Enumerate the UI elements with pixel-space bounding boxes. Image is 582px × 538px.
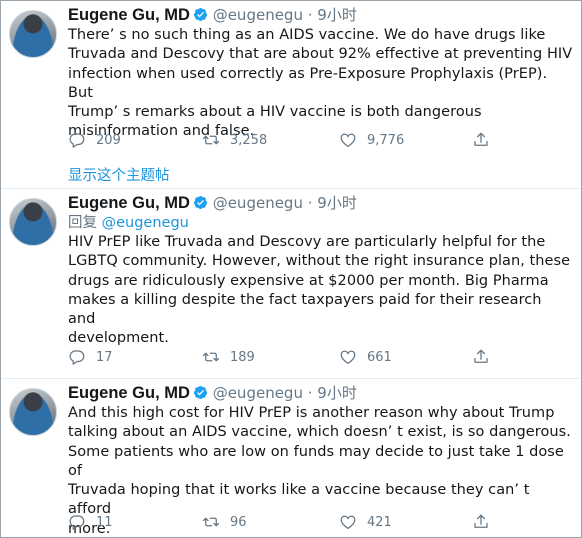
tweet-header: Eugene Gu, MD @eugenegu · 9小时: [68, 192, 573, 214]
timestamp[interactable]: 9小时: [317, 384, 357, 402]
tweet[interactable]: Eugene Gu, MD @eugenegu · 9小时 回复 @eugene…: [1, 189, 581, 379]
reply-icon: [69, 515, 85, 530]
separator-dot: ·: [307, 384, 313, 402]
share-button[interactable]: [472, 347, 500, 367]
tweet[interactable]: Eugene Gu, MD @eugenegu · 9小时 And this h…: [1, 379, 581, 537]
like-icon: [340, 515, 356, 530]
timestamp[interactable]: 9小时: [317, 6, 357, 24]
share-icon: [474, 132, 488, 146]
reply-prefix: 回复: [68, 215, 97, 231]
verified-badge-icon: [193, 195, 207, 210]
avatar[interactable]: [9, 388, 57, 436]
reply-icon: [69, 350, 85, 365]
like-count: 421: [367, 514, 392, 530]
author-handle[interactable]: @eugenegu: [213, 384, 303, 402]
author-handle[interactable]: @eugenegu: [213, 194, 303, 212]
share-icon: [474, 514, 488, 528]
author-name[interactable]: Eugene Gu, MD: [68, 6, 190, 24]
tweet-actions: 17 189 661: [68, 347, 498, 367]
verified-badge-icon: [193, 385, 207, 400]
author-name[interactable]: Eugene Gu, MD: [68, 384, 190, 402]
reply-button[interactable]: 11: [68, 512, 113, 532]
reply-mention-link[interactable]: @eugenegu: [102, 215, 189, 231]
reply-context: 回复 @eugenegu: [68, 214, 573, 233]
avatar[interactable]: [9, 10, 57, 58]
tweet-actions: 209 3,258 9,776: [68, 130, 498, 150]
share-button[interactable]: [472, 130, 500, 150]
retweet-icon: [202, 135, 220, 145]
like-icon: [340, 133, 356, 148]
tweet-thread: Eugene Gu, MD @eugenegu · 9小时 There’ s n…: [0, 0, 582, 538]
like-count: 661: [367, 349, 392, 365]
retweet-icon: [202, 517, 220, 527]
tweet-body: Eugene Gu, MD @eugenegu · 9小时 There’ s n…: [68, 4, 573, 142]
retweet-count: 3,258: [230, 132, 268, 148]
reply-count: 11: [96, 514, 113, 530]
like-button[interactable]: 661: [339, 347, 392, 367]
tweet-text: HIV PrEP like Truvada and Descovy are pa…: [68, 234, 571, 347]
tweet-actions: 11 96 421: [68, 512, 498, 532]
tweet[interactable]: Eugene Gu, MD @eugenegu · 9小时 There’ s n…: [1, 1, 581, 189]
author-name[interactable]: Eugene Gu, MD: [68, 194, 190, 212]
separator-dot: ·: [307, 6, 313, 24]
reply-count: 17: [96, 349, 113, 365]
reply-count: 209: [96, 132, 121, 148]
separator-dot: ·: [307, 194, 313, 212]
tweet-body: Eugene Gu, MD @eugenegu · 9小时 回复 @eugene…: [68, 192, 573, 349]
retweet-button[interactable]: 96: [202, 512, 247, 532]
retweet-icon: [202, 352, 220, 362]
retweet-count: 96: [230, 514, 247, 530]
tweet-header: Eugene Gu, MD @eugenegu · 9小时: [68, 382, 573, 404]
like-count: 9,776: [367, 132, 405, 148]
retweet-count: 189: [230, 349, 255, 365]
retweet-button[interactable]: 189: [202, 347, 255, 367]
show-thread-link[interactable]: 显示这个主题帖: [68, 164, 170, 185]
retweet-button[interactable]: 3,258: [202, 130, 267, 150]
avatar[interactable]: [9, 198, 57, 246]
like-button[interactable]: 9,776: [339, 130, 404, 150]
like-icon: [340, 350, 356, 365]
reply-button[interactable]: 209: [68, 130, 121, 150]
share-icon: [474, 349, 488, 363]
timestamp[interactable]: 9小时: [317, 194, 357, 212]
like-button[interactable]: 421: [339, 512, 392, 532]
author-handle[interactable]: @eugenegu: [213, 6, 303, 24]
reply-icon: [69, 133, 85, 148]
share-button[interactable]: [472, 512, 500, 532]
tweet-text: There’ s no such thing as an AIDS vaccin…: [68, 27, 573, 140]
verified-badge-icon: [193, 7, 207, 22]
tweet-header: Eugene Gu, MD @eugenegu · 9小时: [68, 4, 573, 26]
reply-button[interactable]: 17: [68, 347, 113, 367]
